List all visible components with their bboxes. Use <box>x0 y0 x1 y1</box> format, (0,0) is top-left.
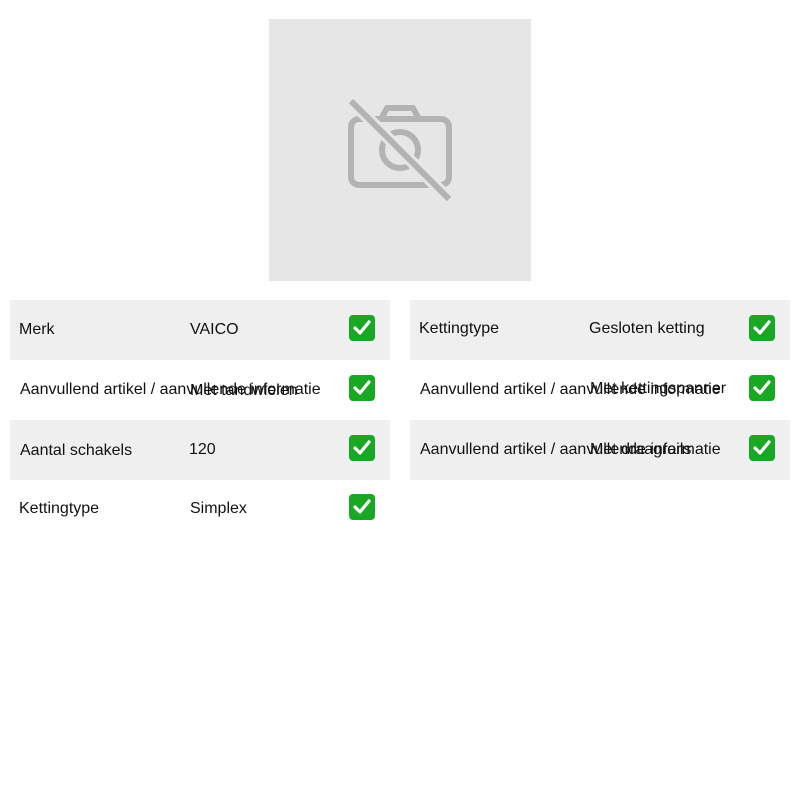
spec-row: Aanvullend artikel / aanvullende informa… <box>410 420 790 480</box>
spec-value: VAICO <box>190 321 239 338</box>
spec-table-right: Kettingtype Gesloten ketting Aanvullend … <box>410 300 790 480</box>
spec-row: Kettingtype Simplex <box>10 480 390 540</box>
check-icon <box>749 375 775 401</box>
spec-row: Aantal schakels 120 <box>10 420 390 480</box>
spec-label: Kettingtype <box>419 320 500 337</box>
check-icon <box>749 435 775 461</box>
check-icon <box>749 315 775 341</box>
spec-label: Merk <box>19 321 55 338</box>
spec-value: Met tandwielen <box>190 382 298 399</box>
spec-row: Aanvullend artikel / aanvullende informa… <box>10 360 390 420</box>
spec-value: 120 <box>189 441 216 458</box>
spec-row: Merk VAICO <box>10 300 390 360</box>
spec-value: Gesloten ketting <box>589 320 705 337</box>
product-image-placeholder <box>269 19 531 281</box>
spec-label: Kettingtype <box>19 500 100 517</box>
check-icon <box>349 375 375 401</box>
spec-label: Aantal schakels <box>20 442 133 459</box>
product-page: Merk VAICO Aanvullend artikel / aanvulle… <box>0 0 800 800</box>
check-icon <box>349 315 375 341</box>
spec-row: Aanvullend artikel / aanvullende informa… <box>410 360 790 420</box>
camera-off-icon <box>347 97 453 203</box>
check-icon <box>349 494 375 520</box>
spec-value: Simplex <box>190 500 247 517</box>
spec-value: Met draagrails <box>590 441 692 458</box>
spec-row: Kettingtype Gesloten ketting <box>410 300 790 360</box>
spec-value: Met kettingspanner <box>590 380 727 397</box>
spec-table-left: Merk VAICO Aanvullend artikel / aanvulle… <box>10 300 390 540</box>
check-icon <box>349 435 375 461</box>
